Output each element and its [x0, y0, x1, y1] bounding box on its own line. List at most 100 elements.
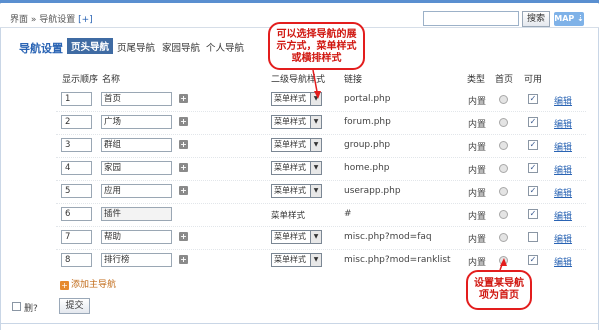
name-input[interactable]: 广场 — [101, 115, 172, 129]
tab-footer-nav[interactable]: 页尾导航 — [117, 40, 155, 54]
column-header-type: 类型 — [467, 75, 486, 85]
add-shortcut-link[interactable]: [+] — [78, 15, 93, 25]
type-text: 内置 — [468, 189, 487, 199]
order-input[interactable]: 5 — [61, 184, 92, 198]
name-input[interactable]: 排行榜 — [101, 253, 172, 267]
add-subnav-icon[interactable]: + — [179, 232, 188, 241]
name-input[interactable]: 首页 — [101, 92, 172, 106]
add-subnav-icon[interactable]: + — [179, 163, 188, 172]
tab-personal-nav[interactable]: 个人导航 — [206, 40, 244, 54]
subnav-style-value: 菜单样式 — [274, 232, 306, 241]
add-subnav-icon[interactable]: + — [179, 94, 188, 103]
subnav-style-value: 菜单样式 — [274, 163, 306, 172]
subnav-style-select[interactable]: 菜单样式 ▼ — [271, 184, 322, 198]
edit-link[interactable]: 编辑 — [554, 232, 572, 245]
row-divider — [56, 111, 586, 112]
home-radio[interactable] — [499, 187, 508, 196]
column-header-style: 二级导航样式 — [271, 75, 326, 85]
tab-header-nav[interactable]: 页头导航 — [67, 38, 114, 54]
row-divider — [56, 157, 586, 158]
enabled-checkbox[interactable]: ✓ — [528, 209, 538, 219]
order-input[interactable]: 2 — [61, 115, 92, 129]
row-divider — [56, 226, 586, 227]
subnav-style-select[interactable]: 菜单样式 ▼ — [271, 92, 322, 106]
enabled-checkbox[interactable]: ✓ — [528, 94, 538, 104]
edit-link[interactable]: 编辑 — [554, 163, 572, 176]
type-text: 内置 — [468, 97, 487, 107]
subnav-style-select[interactable]: 菜单样式 ▼ — [271, 161, 322, 175]
type-text: 内置 — [468, 120, 487, 130]
home-radio[interactable] — [499, 210, 508, 219]
row-divider — [56, 249, 586, 250]
delete-label: 删? — [24, 304, 38, 314]
order-input[interactable]: 6 — [61, 207, 92, 221]
type-text: 内置 — [468, 258, 487, 268]
delete-checkbox[interactable] — [12, 302, 21, 311]
name-input[interactable]: 插件 — [101, 207, 172, 221]
order-input[interactable]: 1 — [61, 92, 92, 106]
add-subnav-icon[interactable]: + — [179, 255, 188, 264]
page-title: 导航设置 — [19, 42, 63, 55]
enabled-checkbox[interactable]: ✓ — [528, 255, 538, 265]
callout-style-note: 可以选择导航的展示方式，菜单样式或横排样式 — [268, 22, 365, 70]
subnav-style-value: 菜单样式 — [274, 117, 306, 126]
callout-home-note: 设置某导航项为首页 — [466, 270, 532, 310]
add-subnav-icon[interactable]: + — [179, 186, 188, 195]
home-radio[interactable] — [499, 118, 508, 127]
order-input[interactable]: 4 — [61, 161, 92, 175]
map-button[interactable]: MAP ⇣ — [554, 12, 584, 26]
subnav-style-select[interactable]: 菜单样式 ▼ — [271, 230, 322, 244]
edit-link[interactable]: 编辑 — [554, 94, 572, 107]
subnav-style-value: 菜单样式 — [274, 186, 306, 195]
link-text: userapp.php — [344, 186, 401, 196]
link-text: forum.php — [344, 117, 391, 127]
name-input[interactable]: 帮助 — [101, 230, 172, 244]
edit-link[interactable]: 编辑 — [554, 140, 572, 153]
add-main-nav-link[interactable]: + 添加主导航 — [60, 277, 116, 290]
link-text: home.php — [344, 163, 390, 173]
subnav-style-value: 菜单样式 — [274, 94, 306, 103]
search-button[interactable]: 搜索 — [522, 11, 550, 27]
submit-button[interactable]: 提交 — [59, 298, 90, 314]
edit-link[interactable]: 编辑 — [554, 209, 572, 222]
order-input[interactable]: 7 — [61, 230, 92, 244]
home-radio[interactable] — [499, 141, 508, 150]
order-input[interactable]: 8 — [61, 253, 92, 267]
name-input[interactable]: 群组 — [101, 138, 172, 152]
home-radio[interactable] — [499, 95, 508, 104]
enabled-checkbox[interactable]: ✓ — [528, 186, 538, 196]
row-divider — [56, 134, 586, 135]
order-input[interactable]: 3 — [61, 138, 92, 152]
chevron-down-icon: ▼ — [310, 254, 321, 266]
enabled-checkbox[interactable] — [528, 232, 538, 242]
chevron-down-icon: ▼ — [310, 185, 321, 197]
link-text: group.php — [344, 140, 391, 150]
name-input[interactable]: 家园 — [101, 161, 172, 175]
chevron-down-icon: ▼ — [310, 116, 321, 128]
subnav-style-select[interactable]: 菜单样式 ▼ — [271, 253, 322, 267]
edit-link[interactable]: 编辑 — [554, 186, 572, 199]
name-input[interactable]: 应用 — [101, 184, 172, 198]
chevron-down-icon: ▼ — [310, 139, 321, 151]
type-text: 内置 — [468, 143, 487, 153]
home-radio[interactable] — [499, 256, 508, 265]
column-header-enabled: 可用 — [524, 75, 543, 85]
breadcrumb: 界面 » 导航设置 [+] — [10, 12, 93, 25]
home-radio[interactable] — [499, 233, 508, 242]
subnav-style-select[interactable]: 菜单样式 ▼ — [271, 138, 322, 152]
search-input[interactable] — [423, 11, 519, 26]
row-divider — [56, 203, 586, 204]
subnav-style-select[interactable]: 菜单样式 ▼ — [271, 115, 322, 129]
add-subnav-icon[interactable]: + — [179, 117, 188, 126]
tab-home-nav[interactable]: 家园导航 — [162, 40, 200, 54]
home-radio[interactable] — [499, 164, 508, 173]
edit-link[interactable]: 编辑 — [554, 255, 572, 268]
type-text: 内置 — [468, 235, 487, 245]
enabled-checkbox[interactable]: ✓ — [528, 163, 538, 173]
link-text: misc.php?mod=faq — [344, 232, 432, 242]
enabled-checkbox[interactable]: ✓ — [528, 117, 538, 127]
edit-link[interactable]: 编辑 — [554, 117, 572, 130]
add-main-nav-label: 添加主导航 — [71, 280, 117, 290]
add-subnav-icon[interactable]: + — [179, 140, 188, 149]
enabled-checkbox[interactable]: ✓ — [528, 140, 538, 150]
